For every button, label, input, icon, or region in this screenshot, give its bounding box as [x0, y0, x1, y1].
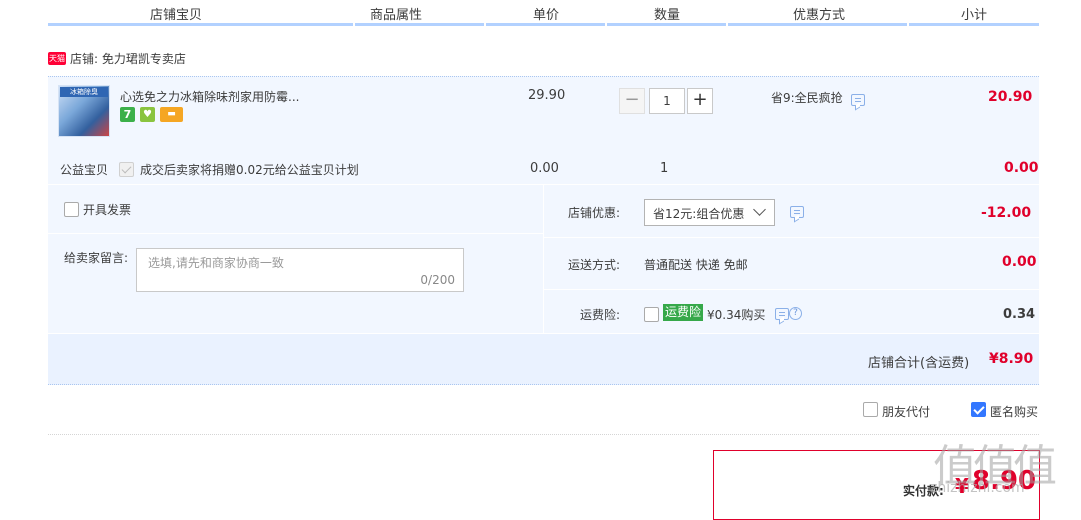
guarantee-icon[interactable]: ♥ [140, 107, 155, 122]
watermark-url: zhizhizhi.com [930, 480, 1025, 496]
shop-discount-amount: -12.00 [981, 205, 1032, 221]
divider [48, 233, 543, 234]
insurance-label: 运费险: [580, 308, 621, 322]
header-discount: 优惠方式 [793, 8, 846, 23]
help-icon[interactable]: ? [789, 307, 802, 320]
charity-text: 成交后卖家将捐赠0.02元给公益宝贝计划 [140, 163, 359, 177]
message-label: 给卖家留言: [64, 251, 129, 265]
quantity-input[interactable]: 1 [649, 88, 685, 114]
header-subtotal: 小计 [961, 8, 988, 23]
header-shop-item: 店铺宝贝 [150, 8, 203, 23]
header-underline [909, 23, 1039, 26]
seven-day-return-icon[interactable]: 7 [120, 107, 135, 122]
item-subtotal: 20.90 [988, 89, 1033, 105]
message-placeholder: 选填,请先和商家协商一致 [148, 256, 284, 270]
chat-icon[interactable] [790, 206, 804, 218]
insurance-amount: 0.34 [1003, 307, 1036, 322]
insurance-price: ¥0.34购买 [707, 308, 766, 322]
header-underline [48, 23, 353, 26]
anonymous-purchase-checkbox[interactable] [971, 402, 986, 417]
header-underline [728, 23, 907, 26]
header-quantity: 数量 [654, 8, 681, 23]
divider [543, 185, 544, 333]
message-counter: 0/200 [420, 273, 455, 287]
header-underline [355, 23, 484, 26]
credit-card-icon[interactable]: ▬ [160, 107, 183, 122]
insurance-checkbox[interactable] [644, 307, 659, 322]
chevron-down-icon [753, 203, 766, 216]
quantity-increase-button[interactable]: + [687, 88, 713, 114]
invoice-label[interactable]: 开具发票 [83, 201, 131, 218]
charity-checkbox [119, 162, 134, 177]
tmall-logo-icon: 天猫 [48, 52, 66, 65]
charity-price: 0.00 [530, 161, 559, 176]
header-attributes: 商品属性 [370, 8, 423, 23]
message-textarea[interactable]: 选填,请先和商家协商一致 0/200 [136, 248, 464, 292]
delivery-value: 普通配送 快递 免邮 [644, 258, 748, 272]
charity-quantity: 1 [660, 161, 669, 176]
item-unit-price: 29.90 [528, 88, 566, 103]
shop-total-amount: ¥8.90 [989, 351, 1034, 367]
header-price: 单价 [533, 8, 560, 23]
header-underline [607, 23, 726, 26]
shop-discount-label: 店铺优惠: [568, 206, 621, 220]
charity-subtotal: 0.00 [1004, 160, 1039, 176]
anonymous-purchase-label[interactable]: 匿名购买 [990, 403, 1038, 420]
delivery-amount: 0.00 [1002, 254, 1037, 270]
charity-label: 公益宝贝 [60, 163, 109, 177]
divider [544, 237, 1039, 238]
delivery-label: 运送方式: [568, 258, 621, 272]
header-underline [486, 23, 605, 26]
quantity-decrease-button[interactable]: − [619, 88, 645, 114]
invoice-checkbox[interactable] [64, 202, 79, 217]
product-thumbnail-caption: 冰箱除臭 [60, 87, 108, 97]
shop-total-label: 店铺合计(含运费) [868, 356, 970, 371]
chat-icon[interactable] [775, 308, 789, 320]
divider [48, 434, 1039, 435]
shop-discount-select[interactable]: 省12元:组合优惠 [644, 199, 775, 226]
friend-pay-checkbox[interactable] [863, 402, 878, 417]
shop-name-link[interactable]: 店铺: 免力珺凯专卖店 [70, 50, 186, 67]
chat-icon[interactable] [851, 94, 865, 106]
divider [544, 289, 1039, 290]
item-discount-text: 省9:全民疯抢 [771, 91, 843, 105]
shop-discount-selected: 省12元:组合优惠 [653, 207, 745, 221]
friend-pay-label[interactable]: 朋友代付 [882, 403, 930, 420]
insurance-tag: 运费险 [663, 304, 704, 321]
product-title-link[interactable]: 心选免之力冰箱除味剂家用防霉... [120, 88, 299, 105]
